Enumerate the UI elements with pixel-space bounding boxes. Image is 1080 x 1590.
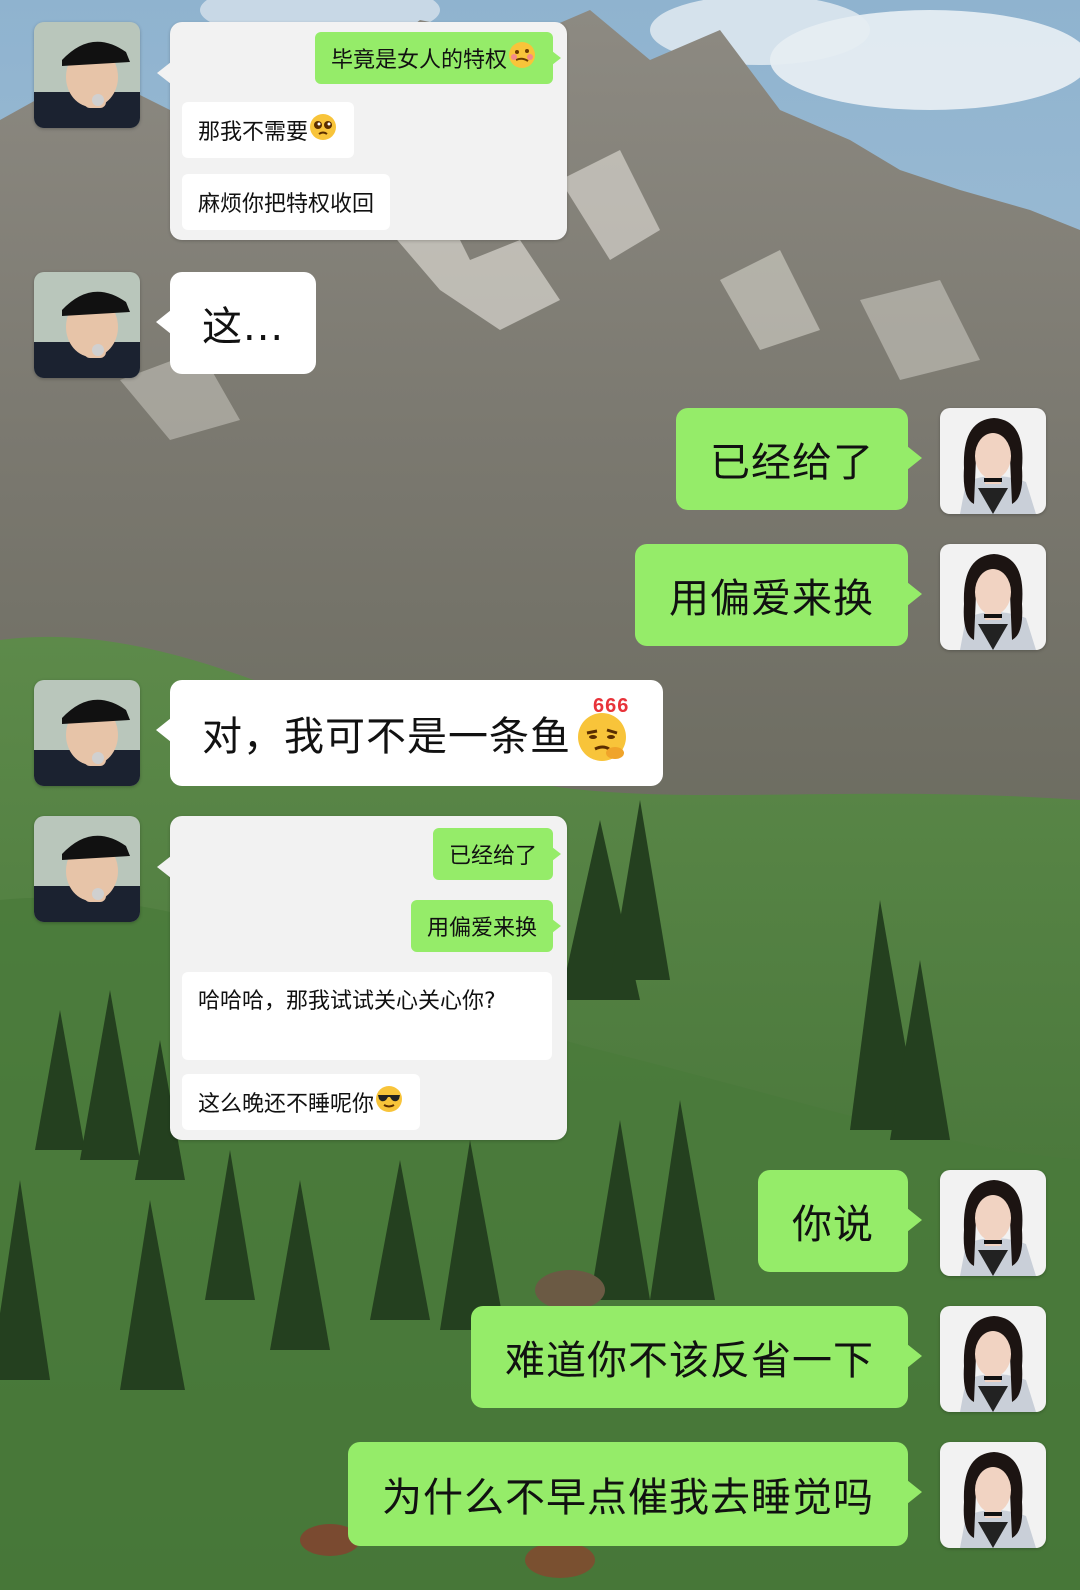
message-text: 你说	[792, 1202, 874, 1248]
quoted-message-text: 麻烦你把特权收回	[198, 192, 375, 217]
male-avatar-icon	[34, 272, 140, 378]
message-text: 用偏爱来换	[669, 576, 874, 622]
message-text: 为什么不早点催我去睡觉吗	[382, 1475, 874, 1521]
male-avatar-icon	[34, 680, 140, 786]
sunglasses-face-icon	[374, 1084, 404, 1120]
female-avatar-icon	[940, 1306, 1046, 1412]
message-bubble-incoming[interactable]: 对，我可不是一条鱼 666	[156, 680, 663, 786]
avatar-male[interactable]	[34, 680, 140, 786]
male-avatar-icon	[34, 22, 140, 128]
message-bubble-outgoing[interactable]: 为什么不早点催我去睡觉吗	[348, 1442, 922, 1546]
avatar-male[interactable]	[34, 816, 140, 922]
quoted-message-text: 哈哈哈，那我试试关心关心你?	[198, 989, 496, 1014]
avatar-female[interactable]	[940, 1442, 1046, 1548]
message-text: 这...	[202, 304, 285, 350]
quoted-message-text: 毕竟是女人的特权	[330, 48, 507, 73]
thinking-666-icon: 666	[573, 695, 631, 763]
quoted-message-outgoing: 已经给了	[432, 828, 562, 880]
avatar-male[interactable]	[34, 22, 140, 128]
quoted-message-text: 那我不需要	[198, 120, 309, 145]
quoted-message-outgoing: 用偏爱来换	[410, 900, 562, 952]
message-text: 难道你不该反省一下	[505, 1338, 874, 1384]
message-bubble-outgoing[interactable]: 已经给了	[676, 408, 922, 510]
quoted-message-incoming: 哈哈哈，那我试试关心关心你?	[182, 972, 552, 1060]
quoted-message-text: 这么晚还不睡呢你	[198, 1092, 375, 1117]
quoted-message-incoming: 这么晚还不睡呢你	[182, 1074, 421, 1130]
avatar-female[interactable]	[940, 1306, 1046, 1412]
message-bubble-incoming[interactable]: 这...	[155, 272, 317, 374]
avatar-female[interactable]	[940, 544, 1046, 650]
quoted-message-incoming: 麻烦你把特权收回	[182, 174, 391, 230]
pleading-face-icon	[308, 112, 338, 148]
woozy-face-icon	[507, 40, 537, 76]
avatar-female[interactable]	[940, 408, 1046, 514]
male-avatar-icon	[34, 816, 140, 922]
message-bubble-outgoing[interactable]: 难道你不该反省一下	[471, 1306, 922, 1408]
quoted-message-outgoing: 毕竟是女人的特权	[314, 32, 562, 84]
message-bubble-outgoing[interactable]: 你说	[758, 1170, 922, 1272]
female-avatar-icon	[940, 408, 1046, 514]
quoted-message-incoming: 那我不需要	[182, 102, 355, 158]
quoted-chat-screenshot-2: 已经给了 用偏爱来换 哈哈哈，那我试试关心关心你? 这么晚还不睡呢你	[157, 816, 567, 1140]
message-text: 对，我可不是一条鱼	[202, 714, 571, 760]
avatar-male[interactable]	[34, 272, 140, 378]
quoted-message-text: 已经给了	[448, 844, 537, 869]
female-avatar-icon	[940, 544, 1046, 650]
female-avatar-icon	[940, 1170, 1046, 1276]
female-avatar-icon	[940, 1442, 1046, 1548]
emoji-badge-text: 666	[593, 695, 630, 717]
avatar-female[interactable]	[940, 1170, 1046, 1276]
message-text: 已经给了	[710, 440, 874, 486]
message-bubble-outgoing[interactable]: 用偏爱来换	[635, 544, 922, 646]
quoted-chat-screenshot-1: 毕竟是女人的特权 那我不需要 麻烦你把特权收回	[157, 22, 567, 240]
quoted-message-text: 用偏爱来换	[426, 916, 537, 941]
